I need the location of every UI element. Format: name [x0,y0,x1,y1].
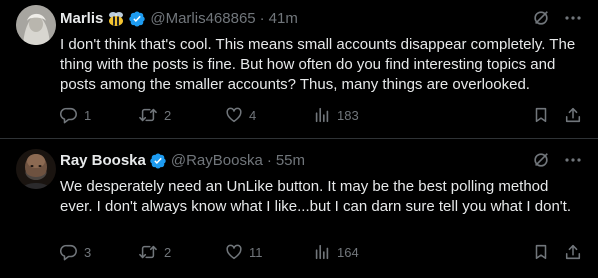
reply-button[interactable]: 1 [60,105,91,125]
author-name[interactable]: Marlis [60,9,103,29]
more-icon[interactable] [564,151,582,174]
bookmark-button[interactable] [532,242,550,262]
share-button[interactable] [564,242,582,262]
bookmark-button[interactable] [532,105,550,125]
share-button[interactable] [564,105,582,125]
like-icon [226,244,242,260]
share-icon [565,107,581,123]
verified-badge-icon [128,10,146,28]
timestamp[interactable]: 55m [276,151,305,171]
more-icon[interactable] [564,9,582,32]
repost-button[interactable]: 2 [138,242,171,262]
tweet-actions: 3 2 11 164 [60,242,582,262]
tweet-top-actions [532,10,582,30]
share-icon [565,244,581,260]
reply-button[interactable]: 3 [60,242,91,262]
views-button[interactable]: 164 [313,242,359,262]
bookmark-icon [535,244,547,260]
author-name[interactable]: Ray Booska [60,151,146,171]
grok-icon[interactable] [532,151,550,174]
tweet-actions: 1 2 4 183 [60,105,582,125]
views-button[interactable]: 183 [313,105,359,125]
avatar[interactable] [16,149,56,189]
like-icon [226,107,242,123]
views-icon [315,107,329,123]
author-handle[interactable]: @Marlis468865 [150,9,255,29]
reply-count: 3 [84,244,92,260]
reply-count: 1 [84,107,92,123]
repost-count: 2 [164,244,172,260]
timestamp[interactable]: 41m [269,9,298,29]
reply-icon [60,244,77,261]
author-handle[interactable]: @RayBooska [171,151,263,171]
tweet[interactable]: Marlis @Marlis468865 · 41m I don't think… [0,0,598,139]
views-icon [315,244,329,260]
bee-emoji-icon [107,11,125,27]
reply-icon [60,107,77,124]
separator: · [266,152,272,169]
tweet-text: I don't think that's cool. This means sm… [60,36,576,93]
repost-icon [139,245,157,259]
like-button[interactable]: 4 [225,105,256,125]
tweet[interactable]: Ray Booska @RayBooska · 55m We desperate… [0,139,598,278]
like-count: 4 [249,107,257,123]
avatar[interactable] [16,5,56,45]
tweet-header: Marlis @Marlis468865 · 41m [60,9,298,29]
tweet-top-actions [532,152,582,172]
bookmark-icon [535,107,547,123]
views-count: 164 [337,244,359,260]
grok-icon[interactable] [532,9,550,32]
tweet-header: Ray Booska @RayBooska · 55m [60,151,305,171]
repost-count: 2 [164,107,172,123]
repost-button[interactable]: 2 [138,105,171,125]
views-count: 183 [337,107,359,123]
repost-icon [139,108,157,122]
like-button[interactable]: 11 [225,242,263,262]
verified-badge-icon [149,152,167,170]
like-count: 11 [249,244,263,260]
separator: · [259,10,265,27]
tweet-text: We desperately need an UnLike button. It… [60,178,571,215]
